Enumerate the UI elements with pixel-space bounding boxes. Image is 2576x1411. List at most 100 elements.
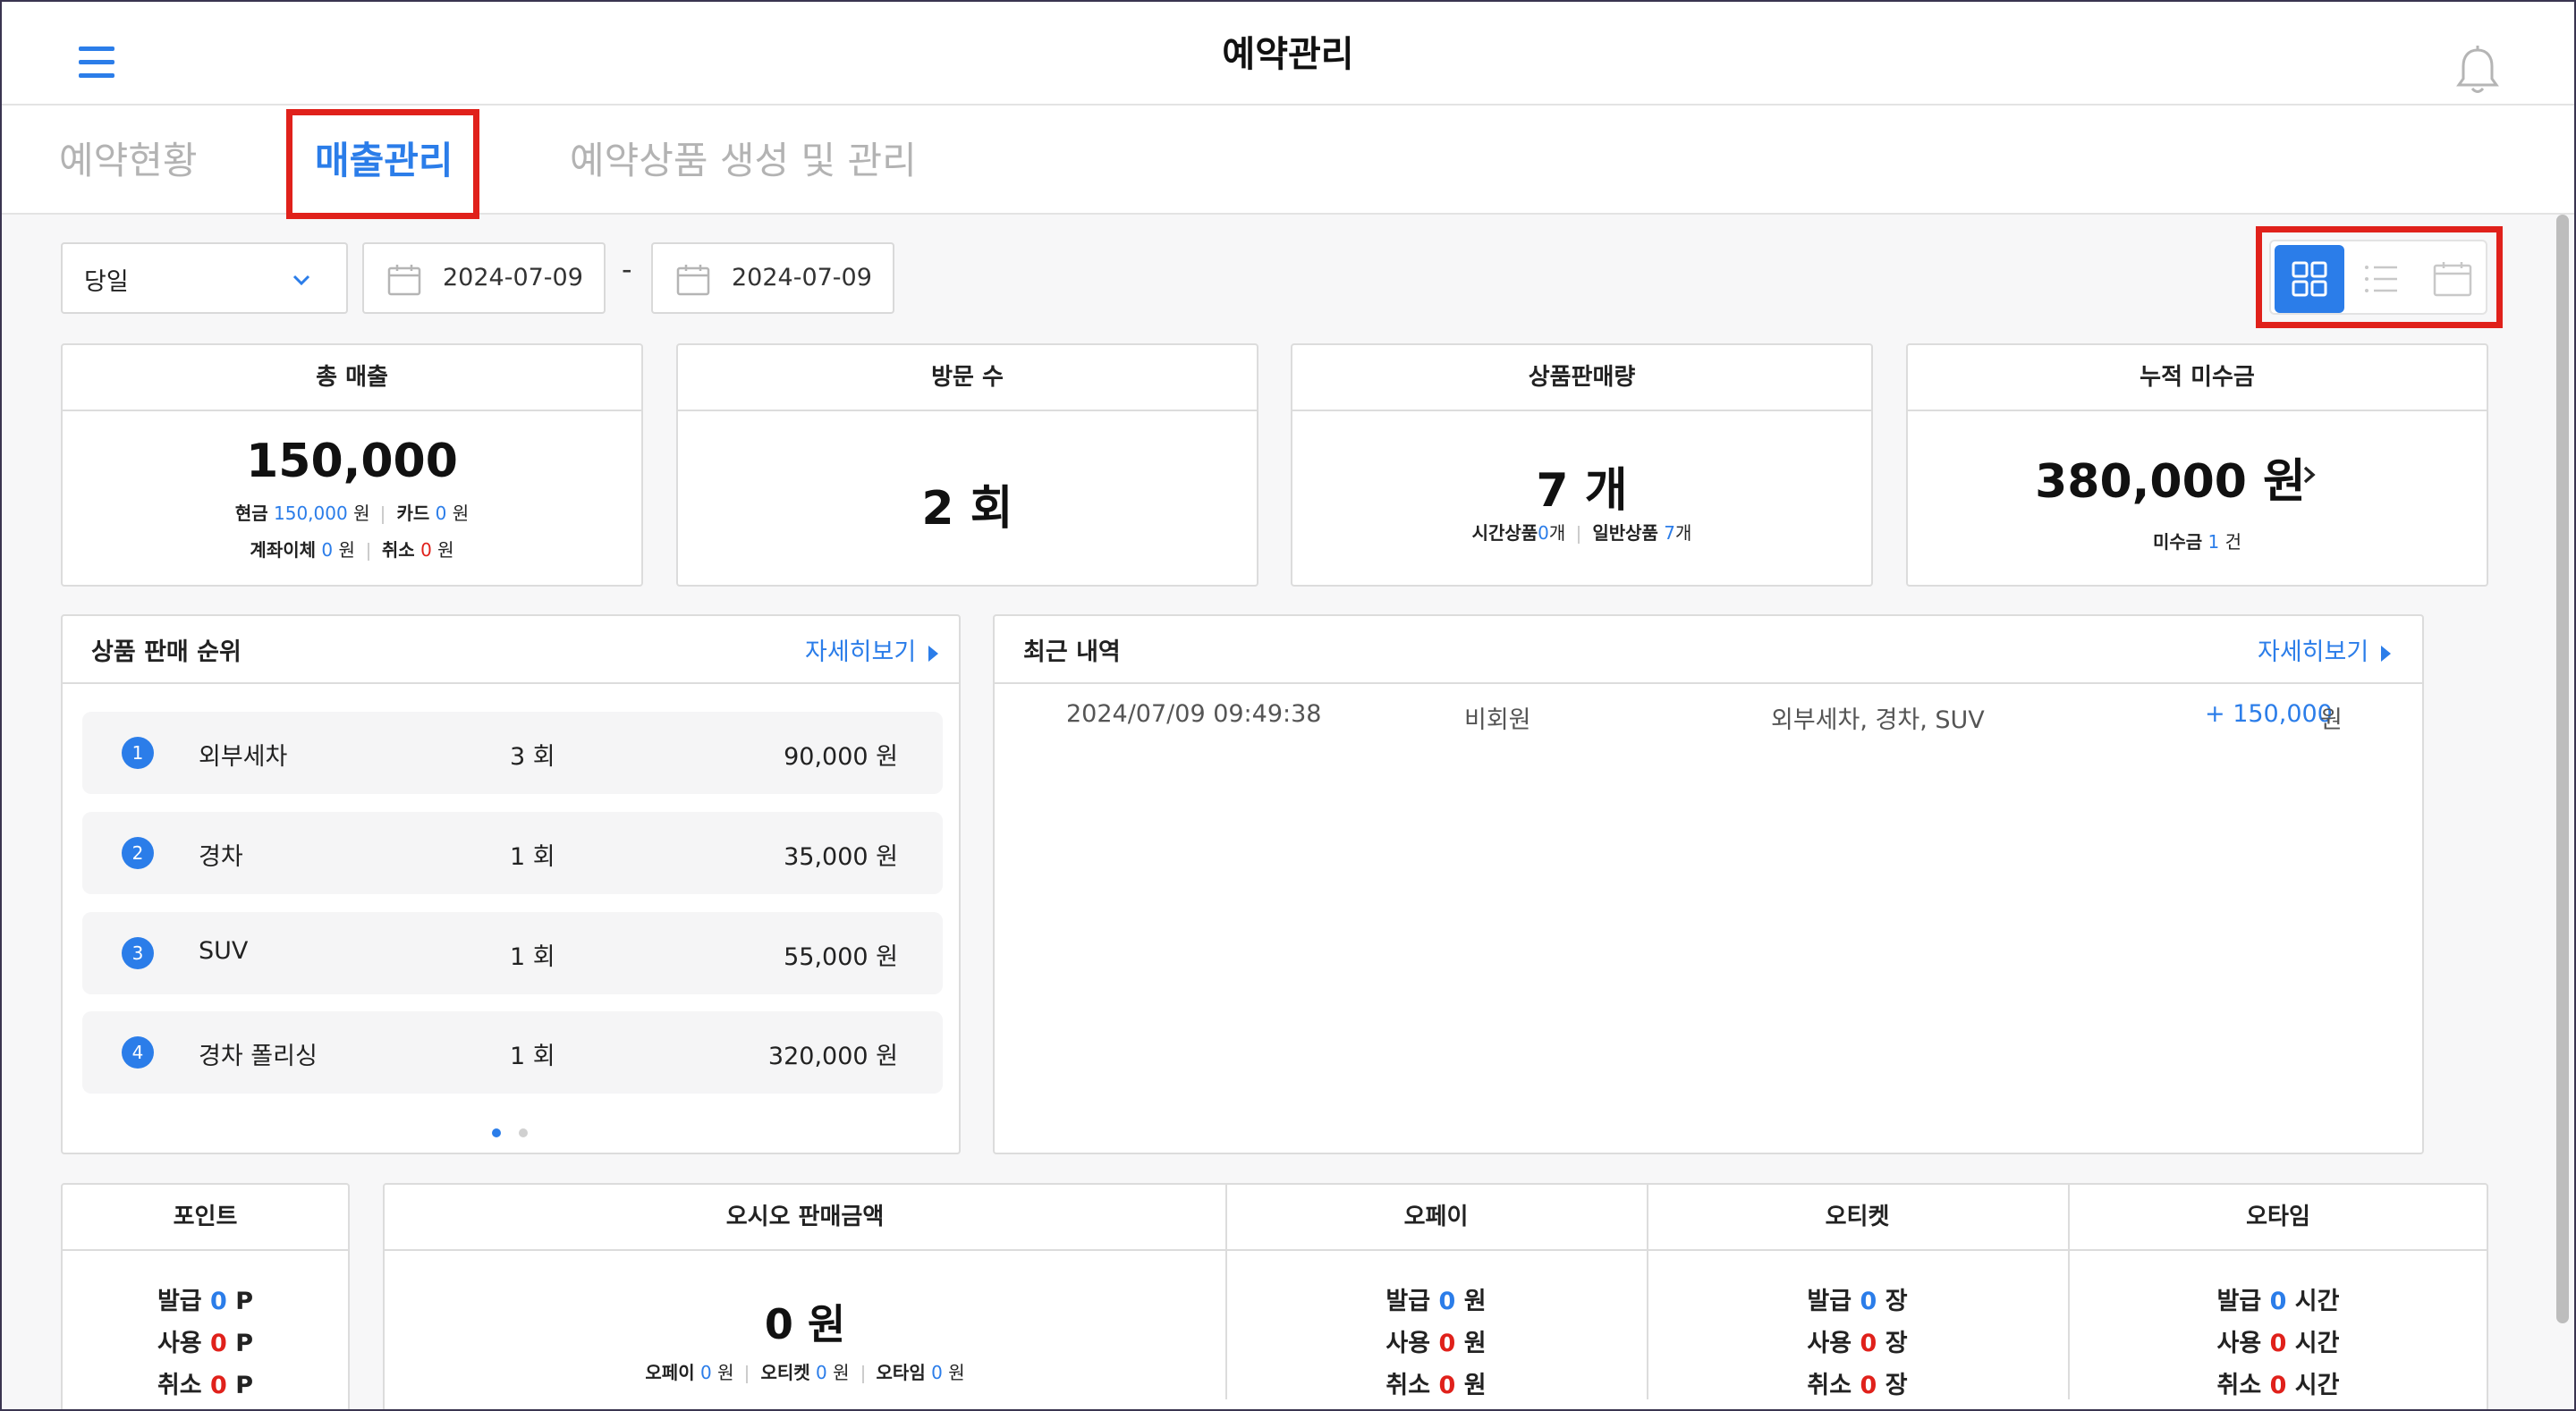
transfer-value: 0 [321, 539, 334, 561]
issue-label: 발급 [1385, 1288, 1431, 1315]
use-value: 0 [1860, 1330, 1877, 1357]
page-dot[interactable] [519, 1128, 528, 1137]
card-value: 0 [435, 503, 447, 524]
opay-value: 0 [699, 1362, 712, 1383]
card-label: 카드 [396, 503, 430, 524]
use-label: 사용 [157, 1330, 202, 1357]
opay-cancelled: 취소 0 원 [1225, 1365, 1647, 1400]
issue-value: 0 [1860, 1288, 1877, 1315]
osio-sales-value: 0 원 [764, 1300, 846, 1348]
receivables-count-label: 미수금 [2152, 531, 2203, 553]
issue-label: 발급 [2216, 1288, 2262, 1315]
issue-label: 발급 [157, 1288, 202, 1315]
card-unit: 원 [452, 503, 470, 524]
end-date-field[interactable]: 2024-07-09 [651, 242, 894, 314]
more-link-label: 자세히보기 [805, 638, 917, 666]
chevron-right-icon[interactable] [2299, 460, 2320, 490]
osio-sales-card: 오시오 판매금액 오페이 오티켓 오타임 0 원 오페이 0 원 오티켓 0 원오… [383, 1183, 2488, 1411]
rank-badge: 2 [122, 837, 154, 869]
ranking-row[interactable]: 3 SUV 1 회 55,000 원 [82, 912, 943, 994]
opay-unit: 원 [717, 1362, 734, 1383]
history-items: 외부세차, 경차, SUV [1771, 706, 1985, 734]
issue-unit: P [235, 1288, 254, 1315]
tab-product-management[interactable]: 예약상품 생성 및 관리 [570, 131, 917, 185]
ranking-row[interactable]: 4 경차 폴리싱 1 회 320,000 원 [82, 1011, 943, 1094]
page-dot-active[interactable] [492, 1128, 501, 1137]
tab-sales-management[interactable]: 매출관리 [315, 131, 453, 185]
oticket-cancelled: 취소 0 장 [1647, 1365, 2068, 1400]
ranking-row[interactable]: 2 경차 1 회 35,000 원 [82, 812, 943, 894]
use-value: 0 [2269, 1330, 2287, 1357]
unit: 장 [1885, 1372, 1908, 1399]
vertical-scrollbar[interactable] [2556, 215, 2569, 1323]
recent-history-row[interactable]: 2024/07/09 09:49:38 비회원 외부세차, 경차, SUV + … [995, 700, 2422, 736]
unit: 시간 [2294, 1372, 2340, 1399]
ranking-row[interactable]: 1 외부세차 3 회 90,000 원 [82, 712, 943, 794]
card-title: 포인트 [63, 1185, 348, 1251]
card-title: 총 매출 [63, 345, 641, 411]
transfer-label: 계좌이체 [250, 539, 317, 561]
use-value: 0 [210, 1330, 227, 1357]
oticket-value: 0 [816, 1362, 827, 1383]
general-product-unit: 개 [1675, 522, 1692, 544]
otime-used: 사용 0 시간 [2068, 1323, 2488, 1358]
time-product-unit: 개 [1548, 522, 1566, 544]
sales-amount: 55,000 원 [784, 943, 898, 971]
sales-count: 1 회 [510, 943, 555, 971]
cancel-unit: 원 [437, 539, 454, 561]
tab-reservation-status[interactable]: 예약현황 [59, 131, 198, 185]
panel-title: 상품 판매 순위 [91, 638, 242, 666]
period-select-value: 당일 [84, 268, 129, 296]
osio-breakdown: 오페이 0 원 오티켓 0 원 오타임 0 원 [385, 1358, 1225, 1384]
opay-issued: 발급 0 원 [1225, 1281, 1647, 1316]
issue-value: 0 [210, 1288, 227, 1315]
product-name: 경차 [199, 843, 243, 871]
product-name: SUV [199, 937, 249, 965]
oticket-unit: 원 [833, 1362, 850, 1383]
sales-count: 3 회 [510, 743, 555, 771]
use-label: 사용 [2216, 1330, 2262, 1357]
product-ranking-panel: 상품 판매 순위 자세히보기 1 외부세차 3 회 90,000 원 2 경차 … [61, 614, 961, 1154]
products-breakdown: 시간상품0개 일반상품 7개 [1292, 519, 1871, 545]
payment-breakdown-line1: 현금 150,000 원 카드 0 원 [63, 499, 641, 525]
more-link-label: 자세히보기 [2258, 638, 2369, 666]
rank-badge: 3 [122, 937, 154, 969]
visits-value: 2 회 [921, 482, 1013, 536]
card-title: 오시오 판매금액 [385, 1185, 1225, 1251]
start-date-field[interactable]: 2024-07-09 [362, 242, 606, 314]
sales-count: 1 회 [510, 1043, 555, 1070]
date-range-separator: - [622, 252, 632, 286]
total-sales-card: 총 매출 150,000 현금 150,000 원 카드 0 원 계좌이체 0 원… [61, 343, 643, 587]
unit: 장 [1885, 1330, 1908, 1357]
receivables-card[interactable]: 누적 미수금 380,000 원 미수금 1 건 [1906, 343, 2488, 587]
period-select[interactable]: 당일 [61, 242, 348, 314]
caret-right-icon [928, 645, 939, 662]
bell-icon[interactable] [2455, 45, 2500, 97]
sales-amount: 320,000 원 [767, 1043, 898, 1070]
cancel-value: 0 [210, 1372, 227, 1399]
grid-view-button[interactable] [2275, 245, 2344, 313]
recent-more-link[interactable]: 자세히보기 [2258, 632, 2392, 667]
cancel-value: 0 [1860, 1372, 1877, 1399]
unit: 시간 [2294, 1288, 2340, 1315]
product-name: 경차 폴리싱 [199, 1043, 318, 1070]
calendar-view-button[interactable] [2416, 245, 2486, 313]
list-view-button[interactable] [2346, 245, 2416, 313]
end-date-value: 2024-07-09 [732, 264, 872, 291]
sales-count: 1 회 [510, 843, 555, 871]
issue-label: 발급 [1807, 1288, 1852, 1315]
opay-label: 오페이 [645, 1362, 695, 1383]
calendar-icon [676, 265, 710, 296]
use-label: 사용 [1807, 1330, 1852, 1357]
ranking-more-link[interactable]: 자세히보기 [805, 632, 939, 667]
unit: 원 [1463, 1288, 1487, 1315]
cancel-label: 취소 [1807, 1372, 1852, 1399]
cancel-label: 취소 [1385, 1372, 1431, 1399]
point-issued: 발급 0 P [63, 1281, 348, 1316]
cash-value: 150,000 [274, 503, 348, 524]
issue-value: 0 [2269, 1288, 2287, 1315]
card-title: 방문 수 [678, 345, 1257, 411]
cancel-label: 취소 [381, 539, 415, 561]
point-card: 포인트 발급 0 P 사용 0 P 취소 0 P [61, 1183, 350, 1411]
otime-cancelled: 취소 0 시간 [2068, 1365, 2488, 1400]
